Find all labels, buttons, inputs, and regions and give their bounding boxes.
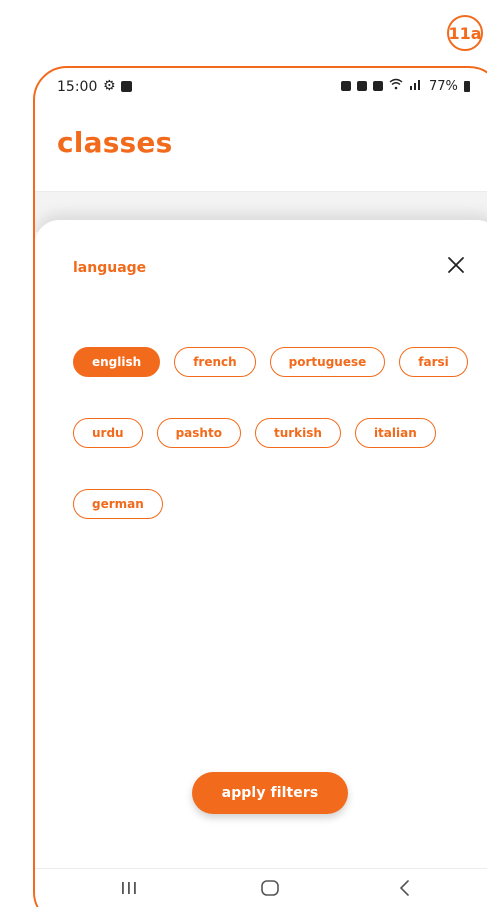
- battery-icon: [463, 80, 470, 92]
- chip-french[interactable]: french: [174, 347, 256, 377]
- page-title: classes: [57, 126, 173, 159]
- status-bar: 15:00 ⚙ 77%: [35, 68, 487, 108]
- apply-filters-button[interactable]: apply filters: [192, 772, 348, 814]
- phone-frame: 15:00 ⚙ 77% classes language english fre…: [33, 66, 487, 907]
- battery-percent: 77%: [429, 78, 458, 94]
- chip-row-3: german: [73, 489, 163, 519]
- step-badge: 11a: [447, 15, 483, 51]
- chip-italian[interactable]: italian: [354, 418, 436, 448]
- home-icon: [260, 879, 280, 901]
- chip-german[interactable]: german: [73, 489, 163, 519]
- chip-urdu[interactable]: urdu: [73, 418, 143, 448]
- close-button[interactable]: [439, 250, 473, 284]
- close-icon: [447, 256, 465, 278]
- status-icons: 77%: [341, 78, 470, 94]
- lock-icon: [341, 81, 351, 91]
- signal-icon: [409, 78, 423, 94]
- filter-sheet: language english french portuguese farsi…: [35, 220, 487, 880]
- back-icon: [398, 879, 412, 901]
- recent-apps-button[interactable]: [109, 873, 149, 907]
- recent-apps-icon: [120, 880, 138, 900]
- step-badge-label: 11a: [448, 23, 482, 43]
- back-button[interactable]: [385, 873, 425, 907]
- wifi-icon: [389, 78, 403, 94]
- notification-icon: [121, 81, 132, 92]
- alarm-icon: [357, 81, 367, 91]
- sheet-title: language: [73, 260, 147, 276]
- chip-row-2: urdu pashto turkish italian: [73, 418, 436, 448]
- home-button[interactable]: [250, 873, 290, 907]
- gear-icon: ⚙: [103, 78, 116, 94]
- chip-english[interactable]: english: [73, 347, 161, 377]
- system-nav-bar: [35, 868, 487, 907]
- status-time: 15:00: [57, 79, 98, 95]
- chip-turkish[interactable]: turkish: [254, 418, 341, 448]
- chip-portuguese[interactable]: portuguese: [269, 347, 386, 377]
- chip-row-1: english french portuguese farsi: [73, 347, 468, 377]
- chip-farsi[interactable]: farsi: [399, 347, 468, 377]
- chip-pashto[interactable]: pashto: [156, 418, 241, 448]
- mute-icon: [373, 81, 383, 91]
- screen: 11a 15:00 ⚙ 77% classes language english…: [0, 0, 487, 907]
